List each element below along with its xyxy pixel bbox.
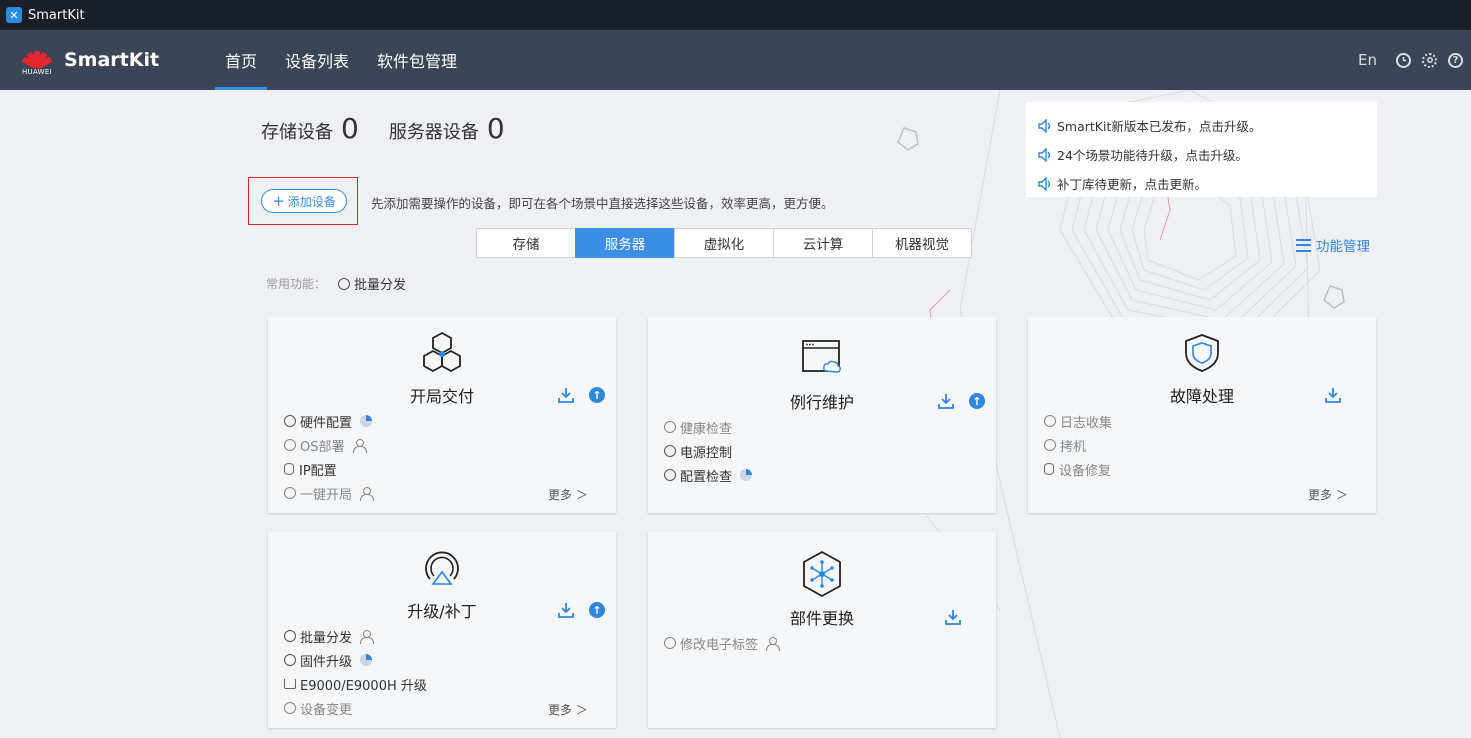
main-nav: 首页 设备列表 软件包管理	[215, 30, 475, 90]
upgrade-icon[interactable]: ↑	[969, 393, 985, 409]
tab-cloud-computing[interactable]: 云计算	[773, 228, 873, 258]
card-part-replacement: 部件更换 修改电子标签	[648, 532, 996, 728]
download-icon[interactable]	[558, 602, 574, 618]
list-item[interactable]: 配置检查	[664, 463, 753, 487]
list-item[interactable]: 一键开局	[284, 481, 375, 505]
progress-pie-icon	[740, 469, 753, 481]
app-name: SmartKit	[64, 49, 160, 71]
history-icon[interactable]	[1396, 52, 1411, 68]
tab-machine-vision[interactable]: 机器视觉	[872, 228, 972, 258]
hexagon-cluster-icon	[423, 331, 461, 373]
window-title: SmartKit	[28, 7, 85, 23]
list-item[interactable]: 设备变更	[284, 696, 427, 720]
plus-icon: +	[272, 191, 285, 210]
download-icon[interactable]	[938, 393, 954, 409]
download-icon[interactable]	[558, 387, 574, 403]
common-functions-label: 常用功能：	[266, 277, 327, 291]
add-device-button[interactable]: + 添加设备	[261, 189, 347, 213]
shield-icon	[1185, 334, 1219, 372]
list-item[interactable]: 批量分发	[284, 624, 427, 648]
help-icon[interactable]: ?	[1448, 52, 1463, 68]
card-routine-maintenance: 例行维护 ↑ 健康检查 电源控制 配置检查	[648, 317, 996, 513]
list-icon	[1296, 238, 1311, 252]
notice-item[interactable]: SmartKit新版本已发布，点击升级。	[1038, 111, 1365, 140]
speaker-icon	[1038, 147, 1051, 162]
list-item[interactable]: E9000/E9000H 升级	[284, 672, 427, 696]
list-item[interactable]: 拷机	[1044, 433, 1112, 457]
function-management-link[interactable]: 功能管理	[1296, 235, 1370, 255]
user-icon	[360, 629, 375, 644]
speaker-icon	[1038, 118, 1051, 133]
tray-icon	[284, 679, 296, 689]
tab-home[interactable]: 首页	[215, 30, 268, 90]
common-functions: 常用功能： 批量分发	[266, 274, 406, 293]
progress-pie-icon	[360, 415, 373, 427]
list-item[interactable]: 设备修复	[1044, 457, 1112, 481]
list-item[interactable]: 电源控制	[664, 439, 752, 463]
tab-device-list[interactable]: 设备列表	[275, 30, 359, 90]
list-item[interactable]: 硬件配置	[284, 409, 373, 433]
list-item[interactable]: 固件升级	[284, 648, 427, 672]
device-counts: 存储设备 0 服务器设备 0	[261, 112, 535, 145]
list-item[interactable]: OS部署	[284, 433, 372, 457]
tab-storage[interactable]: 存储	[476, 228, 576, 258]
category-tabs: 存储 服务器 虚拟化 云计算 机器视觉	[476, 228, 972, 258]
gear-icon[interactable]	[1422, 52, 1437, 68]
upgrade-icon[interactable]: ↑	[589, 387, 605, 403]
list-item[interactable]: 日志收集	[1044, 409, 1112, 433]
tab-server[interactable]: 服务器	[575, 228, 675, 258]
database-icon	[284, 463, 294, 475]
huawei-logo: HUAWEI SmartKit	[20, 45, 215, 76]
card-deployment: 开局交付 ↑ 硬件配置 OS部署 IP配置 一键开局 更多 ＞	[268, 317, 616, 513]
card-troubleshooting: 故障处理 日志收集 拷机 设备修复 更多 ＞	[1028, 317, 1376, 513]
storage-device-label: 存储设备	[261, 122, 333, 143]
more-link[interactable]: 更多 ＞	[548, 701, 588, 718]
window-titlebar: ✕ SmartKit	[0, 0, 1471, 30]
more-link[interactable]: 更多 ＞	[1308, 486, 1348, 503]
card-upgrade-patch: 升级/补丁 ↑ 批量分发 固件升级 E9000/E9000H 升级 设备变更 更…	[268, 532, 616, 728]
list-item[interactable]: IP配置	[284, 457, 372, 481]
server-device-label: 服务器设备	[388, 122, 479, 143]
list-item[interactable]: 修改电子标签	[664, 631, 781, 655]
more-link[interactable]: 更多 ＞	[548, 486, 588, 503]
progress-pie-icon	[360, 654, 373, 666]
upgrade-icon[interactable]: ↑	[589, 602, 605, 618]
app-icon: ✕	[6, 7, 22, 23]
user-icon	[766, 636, 781, 651]
upgrade-circle-icon	[425, 551, 459, 585]
download-icon[interactable]	[1325, 387, 1341, 403]
browser-cloud-icon	[802, 340, 841, 373]
common-item-label[interactable]: 批量分发	[354, 274, 406, 293]
app-header: HUAWEI SmartKit 首页 设备列表 软件包管理 En ?	[0, 30, 1471, 90]
database-icon	[1044, 463, 1054, 475]
batch-distribute-radio[interactable]	[338, 277, 351, 290]
notice-item[interactable]: 24个场景功能待升级，点击升级。	[1038, 140, 1365, 169]
storage-device-count: 0	[341, 112, 359, 145]
add-device-hint: 先添加需要操作的设备，即可在各个场景中直接选择这些设备，效率更高，更方便。	[371, 196, 834, 211]
notice-item[interactable]: 补丁库待更新，点击更新。	[1038, 169, 1365, 198]
notice-panel: SmartKit新版本已发布，点击升级。 24个场景功能待升级，点击升级。 补丁…	[1026, 102, 1377, 197]
user-icon	[360, 486, 375, 501]
huawei-logo-icon: HUAWEI	[20, 45, 54, 76]
user-icon	[352, 438, 367, 453]
language-switch[interactable]: En	[1358, 51, 1377, 69]
list-item[interactable]: 健康检查	[664, 415, 752, 439]
speaker-icon	[1038, 176, 1051, 191]
tab-package-mgmt[interactable]: 软件包管理	[367, 30, 467, 90]
header-tools: En ?	[1358, 30, 1463, 90]
server-device-count: 0	[486, 112, 505, 145]
network-hexagon-icon	[803, 550, 841, 598]
tab-virtualization[interactable]: 虚拟化	[674, 228, 774, 258]
download-icon[interactable]	[945, 609, 961, 625]
